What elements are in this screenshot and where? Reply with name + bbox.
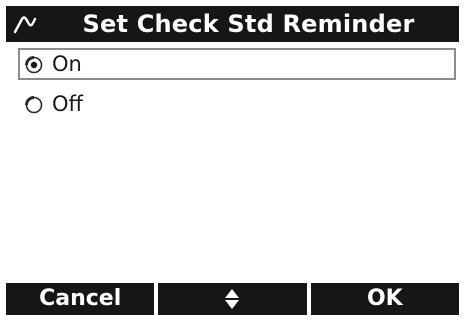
softkey-bar: Cancel OK <box>6 283 459 315</box>
option-off-label: Off <box>52 92 83 116</box>
cancel-button[interactable]: Cancel <box>6 283 155 315</box>
option-off[interactable]: Off <box>18 88 456 120</box>
title-bar: Set Check Std Reminder <box>6 6 459 42</box>
page-title: Set Check Std Reminder <box>82 10 415 38</box>
up-down-arrows-icon <box>224 286 240 311</box>
device-screen: Set Check Std Reminder On Off Cancel OK <box>6 6 459 315</box>
option-on-label: On <box>52 52 82 76</box>
navigate-button[interactable] <box>158 283 307 315</box>
option-on[interactable]: On <box>18 48 456 80</box>
radio-selected-icon <box>25 56 43 74</box>
reminder-options: On Off <box>6 42 459 282</box>
check-standard-icon <box>12 12 38 36</box>
ok-button[interactable]: OK <box>310 283 459 315</box>
radio-unselected-icon <box>25 96 43 114</box>
